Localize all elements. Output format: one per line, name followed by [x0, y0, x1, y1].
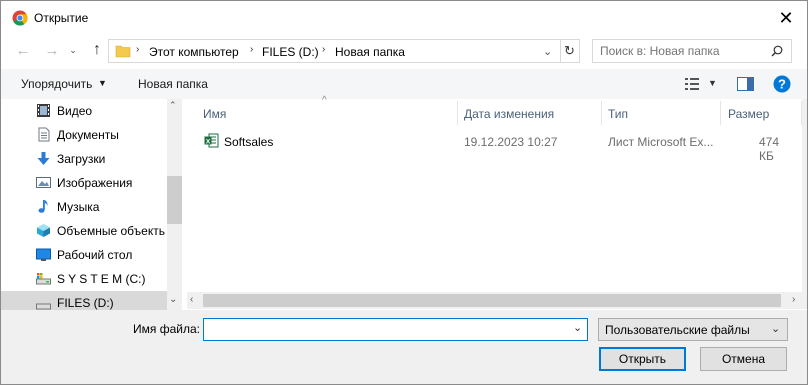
sidebar-item-documents[interactable]: Документы — [1, 123, 169, 147]
search-input[interactable] — [593, 40, 763, 62]
excel-file-icon: X — [204, 133, 219, 148]
close-button[interactable]: ✕ — [771, 5, 801, 31]
sidebar-item-label: Документы — [57, 128, 119, 142]
folder-icon — [115, 45, 131, 58]
arrow-up-icon: ↑ — [93, 41, 101, 58]
search-icon[interactable] — [771, 45, 783, 57]
sidebar-item-label: FILES (D:) — [57, 296, 114, 310]
drive-c-icon — [36, 273, 51, 285]
table-row[interactable]: X Softsales 19.12.2023 10:27 Лист Micros… — [197, 129, 797, 163]
up-button[interactable]: ↑ — [86, 39, 108, 61]
file-date: 19.12.2023 10:27 — [464, 135, 558, 149]
3d-objects-icon — [37, 224, 50, 237]
arrow-right-icon: → — [44, 41, 60, 59]
new-folder-button[interactable]: Новая папка — [138, 77, 208, 91]
sidebar-item-3d-objects[interactable]: Объемные объекть — [1, 219, 169, 243]
sidebar-item-drive-d[interactable]: FILES (D:) — [1, 291, 169, 310]
chevron-down-icon: ⌄ — [771, 323, 781, 335]
file-type-value: Пользовательские файлы — [605, 323, 750, 337]
divider — [560, 40, 561, 62]
open-file-dialog: Открытие ✕ ← → ⌄ ↑ › Этот компьютер › FI… — [0, 0, 808, 385]
file-type-select[interactable]: Пользовательские файлы ⌄ — [598, 318, 788, 341]
breadcrumb-new-folder[interactable]: Новая папка — [335, 45, 405, 59]
navigation-pane: Видео Документы Загрузки Изображения Муз… — [1, 99, 182, 310]
preview-pane-icon[interactable] — [737, 77, 754, 91]
sidebar-item-label: Изображения — [57, 176, 133, 190]
svg-text:?: ? — [778, 77, 786, 92]
search-field[interactable] — [592, 39, 792, 63]
filename-input[interactable] — [203, 318, 588, 341]
sidebar-item-music[interactable]: Музыка — [1, 195, 169, 219]
scroll-right-icon[interactable]: › — [792, 294, 795, 305]
address-bar[interactable]: › Этот компьютер › FILES (D:) › Новая па… — [108, 39, 580, 63]
filename-dropdown-icon[interactable]: ⌄ — [573, 321, 582, 334]
file-list: ^ Имя Дата изменения Тип Размер X Softsa… — [187, 95, 807, 292]
file-size: 474 КБ — [759, 135, 780, 163]
video-icon — [37, 104, 50, 117]
sidebar-item-label: S Y S T E M (C:) — [57, 272, 146, 286]
caret-down-icon: ▼ — [98, 78, 107, 88]
window-title: Открытие — [34, 11, 89, 25]
breadcrumb-separator-icon: › — [250, 44, 254, 55]
sidebar-item-downloads[interactable]: Загрузки — [1, 147, 169, 171]
scroll-left-icon[interactable]: ‹ — [190, 294, 193, 305]
svg-text:X: X — [206, 138, 211, 145]
file-list-scrollbar[interactable] — [802, 99, 807, 292]
file-type: Лист Microsoft Ex... — [608, 135, 714, 149]
close-icon: ✕ — [778, 7, 794, 28]
help-icon[interactable]: ? — [773, 75, 791, 93]
refresh-icon[interactable]: ↻ — [564, 43, 575, 59]
open-button[interactable]: Открыть — [599, 347, 686, 371]
sidebar-item-label: Объемные объекть — [57, 224, 165, 238]
scroll-up-icon[interactable]: ⌃ — [169, 100, 177, 111]
documents-icon — [38, 127, 50, 142]
command-bar: Упорядочить ▼ Новая папка ▼ ? — [1, 69, 807, 99]
downloads-icon — [37, 152, 50, 165]
sort-ascending-icon: ^ — [322, 95, 327, 106]
view-dropdown-icon[interactable]: ▼ — [708, 78, 717, 88]
sidebar-item-drive-c[interactable]: S Y S T E M (C:) — [1, 267, 169, 291]
desktop-icon — [36, 248, 51, 261]
organize-button[interactable]: Упорядочить — [21, 77, 92, 91]
music-icon — [38, 200, 48, 213]
forward-button[interactable]: → — [41, 39, 63, 61]
sidebar-scroll-thumb[interactable] — [167, 176, 182, 224]
sidebar-item-label: Рабочий стол — [57, 248, 133, 262]
breadcrumb-this-pc[interactable]: Этот компьютер — [149, 45, 239, 59]
filename-label: Имя файла: — [133, 322, 200, 336]
column-divider[interactable] — [720, 101, 721, 125]
arrow-left-icon: ← — [15, 41, 31, 59]
view-options-icon[interactable] — [684, 77, 700, 91]
back-button[interactable]: ← — [12, 39, 34, 61]
sidebar-item-label: Музыка — [57, 200, 100, 214]
column-divider[interactable] — [601, 101, 602, 125]
title-bar: Открытие ✕ — [1, 1, 807, 35]
sidebar-item-pictures[interactable]: Изображения — [1, 171, 169, 195]
file-name: Softsales — [224, 135, 274, 149]
scroll-down-icon[interactable]: ⌄ — [169, 294, 177, 305]
recent-locations-button[interactable]: ⌄ — [62, 39, 84, 61]
drive-d-icon — [36, 303, 51, 310]
sidebar-item-label: Видео — [57, 104, 93, 118]
cancel-button[interactable]: Отмена — [700, 347, 787, 371]
sidebar-item-label: Загрузки — [57, 152, 106, 166]
column-divider[interactable] — [457, 101, 458, 125]
sidebar-item-video[interactable]: Видео — [1, 99, 169, 123]
horizontal-scroll-thumb[interactable] — [203, 294, 781, 307]
sidebar-item-desktop[interactable]: Рабочий стол — [1, 243, 169, 267]
chrome-icon — [12, 10, 28, 26]
breadcrumb-separator-icon: › — [136, 44, 140, 55]
breadcrumb-drive-d[interactable]: FILES (D:) — [262, 45, 319, 59]
chevron-down-icon: ⌄ — [69, 44, 77, 55]
address-dropdown-icon[interactable]: ⌄ — [543, 45, 552, 58]
breadcrumb-separator-icon: › — [322, 44, 326, 55]
pictures-icon — [36, 177, 51, 188]
